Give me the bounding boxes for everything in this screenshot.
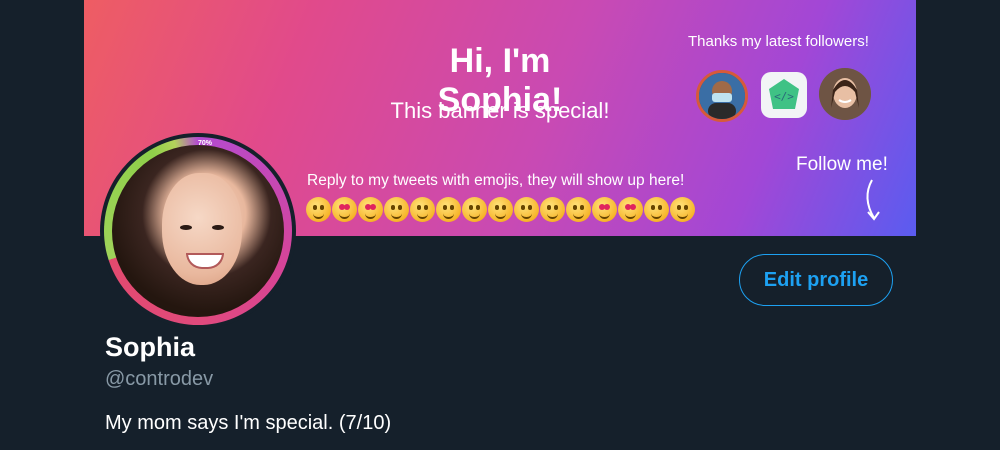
follower-avatar-1 bbox=[696, 70, 748, 122]
code-logo-icon: </> bbox=[769, 79, 799, 109]
bio: My mom says I'm special. (7/10) bbox=[105, 412, 392, 434]
user-handle: @controdev bbox=[105, 368, 214, 390]
edit-profile-button[interactable]: Edit profile bbox=[739, 254, 893, 306]
follower-avatar-3 bbox=[819, 68, 871, 120]
followers-caption: Thanks my latest followers! bbox=[688, 33, 869, 50]
svg-text:</>: </> bbox=[774, 90, 794, 103]
follow-me-text: Follow me! bbox=[796, 154, 888, 175]
smiling-face-icon bbox=[410, 197, 435, 222]
star-struck-icon bbox=[618, 197, 643, 222]
grinning-face-icon bbox=[462, 197, 487, 222]
avatar-photo bbox=[112, 145, 284, 317]
heart-face-icon bbox=[332, 197, 357, 222]
rofl-icon bbox=[514, 197, 539, 222]
emoji-row bbox=[306, 197, 695, 225]
heart-eyes-icon bbox=[358, 197, 383, 222]
follower-1-image bbox=[699, 73, 745, 119]
follower-avatar-2: </> bbox=[761, 72, 807, 118]
avatar[interactable] bbox=[100, 133, 296, 329]
follower-3-image bbox=[819, 68, 871, 120]
avatar-face bbox=[162, 173, 242, 285]
sweat-smile-icon bbox=[488, 197, 513, 222]
grinning-face-icon bbox=[436, 197, 461, 222]
display-name: Sophia bbox=[105, 332, 196, 362]
thinking-face-icon bbox=[644, 197, 669, 222]
reply-instructions: Reply to my tweets with emojis, they wil… bbox=[307, 172, 685, 189]
slight-smile-icon bbox=[540, 197, 565, 222]
smiling-face-icon bbox=[384, 197, 409, 222]
heart-eyes-icon bbox=[592, 197, 617, 222]
smiling-face-icon bbox=[306, 197, 331, 222]
banner-subtitle: This banner is special! bbox=[390, 98, 610, 123]
winking-face-icon bbox=[566, 197, 591, 222]
triumph-face-icon bbox=[670, 197, 695, 222]
curved-arrow-icon bbox=[866, 179, 880, 221]
progress-label: 70% bbox=[198, 140, 213, 147]
